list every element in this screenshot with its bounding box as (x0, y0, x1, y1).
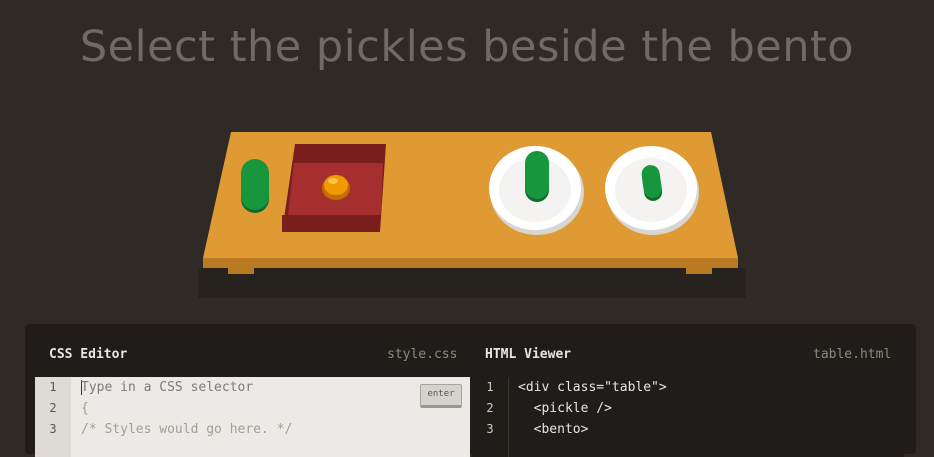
html-line[interactable]: <bento> (518, 419, 904, 440)
css-brace-line: { (81, 401, 89, 416)
css-line-numbers: 1 2 3 (35, 377, 71, 457)
line-number: 2 (486, 401, 494, 415)
line-number: 1 (486, 380, 494, 394)
css-editor: 1 2 3 { /* Styles would go here. */ ente… (35, 377, 470, 457)
html-code: <div class="table"> <pickle /> <bento> (518, 377, 904, 457)
html-viewer-filename: table.html (813, 347, 892, 362)
enter-button[interactable]: enter (420, 384, 462, 408)
pickle-beside-bento[interactable] (241, 159, 269, 213)
css-editor-title: CSS Editor (49, 347, 128, 362)
table-edge (203, 258, 738, 268)
editor-panel: CSS Editor style.css HTML Viewer table.h… (25, 324, 916, 457)
html-line-numbers: 1 2 3 (472, 377, 509, 457)
css-selector-input[interactable] (81, 380, 411, 395)
line-number: 3 (49, 422, 57, 436)
table-scene (198, 132, 746, 298)
line-number: 1 (49, 380, 57, 394)
css-editor-filename: style.css (387, 347, 458, 362)
html-line[interactable]: <pickle /> (518, 398, 904, 419)
table-shadow (198, 268, 746, 298)
css-comment-line: /* Styles would go here. */ (81, 422, 293, 437)
line-number: 3 (486, 422, 494, 436)
css-code: { /* Styles would go here. */ (81, 377, 470, 457)
line-number: 2 (49, 401, 57, 415)
html-viewer: 1 2 3 <div class="table"> <pickle /> <be… (472, 377, 904, 457)
html-viewer-title: HTML Viewer (485, 347, 572, 362)
html-line[interactable]: <div class="table"> (518, 377, 904, 398)
bento[interactable] (282, 144, 386, 232)
